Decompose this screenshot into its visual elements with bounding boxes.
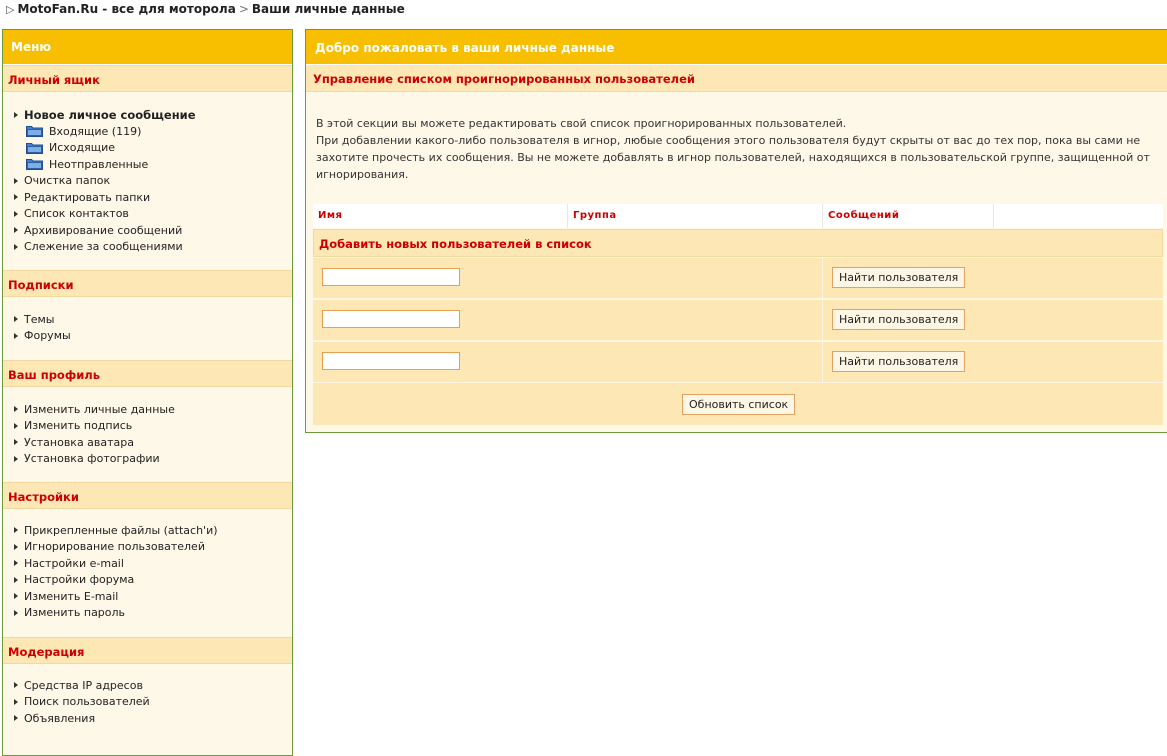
bullet-arrow-icon <box>14 593 18 599</box>
bullet-arrow-icon <box>14 543 18 550</box>
sidebar-item-contacts[interactable]: Список контактов <box>13 206 292 223</box>
bullet-arrow-icon <box>14 439 18 445</box>
breadcrumb-separator: > <box>238 2 249 16</box>
sidebar-item-find-users[interactable]: Поиск пользователей <box>13 694 292 711</box>
breadcrumb-site-link[interactable]: MotoFan.Ru - все для моторола <box>17 2 235 16</box>
column-header-group: Группа <box>573 210 617 221</box>
bullet-arrow-icon <box>14 316 18 322</box>
bullet-arrow-icon <box>14 243 18 250</box>
row-divider <box>822 258 823 299</box>
bullet-arrow-icon <box>14 698 18 705</box>
sidebar-menu: Меню Личный ящик Новое личное сообщение … <box>2 29 293 756</box>
main-title: Добро пожаловать в ваши личные данные <box>306 30 1167 65</box>
bullet-arrow-icon <box>14 194 18 200</box>
bullet-arrow-icon <box>14 406 18 412</box>
sidebar-item-attachments[interactable]: Прикрепленные файлы (attach'и) <box>13 523 292 540</box>
breadcrumb-current: Ваши личные данные <box>251 2 405 16</box>
folder-icon <box>26 142 43 154</box>
sidebar-title: Меню <box>3 30 292 65</box>
username-input-3[interactable] <box>322 352 460 370</box>
bullet-arrow-icon <box>14 560 18 566</box>
table-header: Имя Группа Сообщений <box>313 204 1163 228</box>
sidebar-list-mailbox: Новое личное сообщение Входящие (119) Ис… <box>3 92 292 270</box>
bullet-arrow-icon <box>14 455 18 462</box>
bullet-arrow-icon <box>14 682 18 688</box>
add-user-row: Найти пользователя <box>313 342 1163 383</box>
main-subtitle: Управление списком проигнорированных пол… <box>306 65 1167 92</box>
bullet-arrow-icon <box>14 527 18 533</box>
sidebar-item-ignore-users[interactable]: Игнорирование пользователей <box>13 539 292 556</box>
intro-line-2: При добавлении какого-либо пользователя … <box>316 134 1150 181</box>
sidebar-item-outbox[interactable]: Исходящие <box>13 140 292 157</box>
sidebar-item-change-email[interactable]: Изменить E-mail <box>13 589 292 606</box>
sidebar-item-inbox[interactable]: Входящие (119) <box>13 124 292 141</box>
sidebar-section-title-subscriptions: Подписки <box>3 269 292 297</box>
row-divider <box>822 300 823 341</box>
bullet-arrow-icon <box>14 112 18 118</box>
bullet-arrow-icon <box>14 332 18 339</box>
bullet-arrow-icon <box>14 177 18 184</box>
column-header-posts: Сообщений <box>828 210 900 221</box>
update-row: Обновить список <box>313 383 1163 425</box>
sidebar-item-tracking[interactable]: Слежение за сообщениями <box>13 239 292 256</box>
sidebar-item-announcements[interactable]: Объявления <box>13 711 292 728</box>
sidebar-list-moderation: Средства IP адресов Поиск пользователей … <box>3 664 292 728</box>
bullet-arrow-icon <box>14 227 18 233</box>
sidebar-item-change-password[interactable]: Изменить пароль <box>13 605 292 622</box>
sidebar-item-topics[interactable]: Темы <box>13 312 292 329</box>
intro-line-1: В этой секции вы можете редактировать св… <box>316 117 847 130</box>
sidebar-item-email-settings[interactable]: Настройки e-mail <box>13 556 292 573</box>
find-user-button-2[interactable]: Найти пользователя <box>832 309 966 330</box>
sidebar-list-profile: Изменить личные данные Изменить подпись … <box>3 387 292 482</box>
intro-text: В этой секции вы можете редактировать св… <box>316 115 1166 183</box>
sidebar-item-forum-settings[interactable]: Настройки форума <box>13 572 292 589</box>
sidebar-item-edit-signature[interactable]: Изменить подпись <box>13 418 292 435</box>
sidebar-section-title-mailbox: Личный ящик <box>3 65 292 92</box>
find-user-button-3[interactable]: Найти пользователя <box>832 351 966 372</box>
sidebar-section-title-settings: Настройки <box>3 481 292 509</box>
sidebar-item-avatar[interactable]: Установка аватара <box>13 435 292 452</box>
sidebar-item-edit-profile[interactable]: Изменить личные данные <box>13 402 292 419</box>
bullet-arrow-icon <box>14 609 18 616</box>
add-user-row: Найти пользователя <box>313 258 1163 299</box>
find-user-button-1[interactable]: Найти пользователя <box>832 267 966 288</box>
username-input-2[interactable] <box>322 310 460 328</box>
breadcrumb-arrow-icon: ▷ <box>6 3 15 16</box>
add-user-row: Найти пользователя <box>313 300 1163 341</box>
add-users-title: Добавить новых пользователей в список <box>313 229 1163 257</box>
username-input-1[interactable] <box>322 268 460 286</box>
update-list-button[interactable]: Обновить список <box>682 394 796 415</box>
bullet-arrow-icon <box>14 715 18 721</box>
sidebar-item-new-message[interactable]: Новое личное сообщение <box>13 107 292 124</box>
sidebar-list-settings: Прикрепленные файлы (attach'и) Игнориров… <box>3 509 292 637</box>
column-divider <box>993 204 994 228</box>
bullet-arrow-icon <box>14 576 18 583</box>
sidebar-item-clean-folders[interactable]: Очистка папок <box>13 173 292 190</box>
sidebar-section-title-profile: Ваш профиль <box>3 359 292 387</box>
row-divider <box>822 342 823 383</box>
folder-icon <box>26 126 43 137</box>
column-header-name: Имя <box>318 210 343 221</box>
bullet-arrow-icon <box>14 422 18 429</box>
sidebar-item-ip-tools[interactable]: Средства IP адресов <box>13 678 292 695</box>
sidebar-item-photo[interactable]: Установка фотографии <box>13 451 292 468</box>
sidebar-list-subscriptions: Темы Форумы <box>3 297 292 360</box>
column-divider <box>567 204 568 228</box>
column-divider <box>822 204 823 228</box>
sidebar-item-forums[interactable]: Форумы <box>13 328 292 345</box>
main-panel: Добро пожаловать в ваши личные данные Уп… <box>305 29 1167 433</box>
sidebar-section-title-moderation: Модерация <box>3 636 292 664</box>
sidebar-item-archive[interactable]: Архивирование сообщений <box>13 223 292 240</box>
sidebar-item-unsent[interactable]: Неотправленные <box>13 157 292 174</box>
bullet-arrow-icon <box>14 210 18 217</box>
folder-icon <box>26 159 43 170</box>
sidebar-item-edit-folders[interactable]: Редактировать папки <box>13 190 292 207</box>
breadcrumb: ▷ MotoFan.Ru - все для моторола > Ваши личн… <box>6 2 405 18</box>
